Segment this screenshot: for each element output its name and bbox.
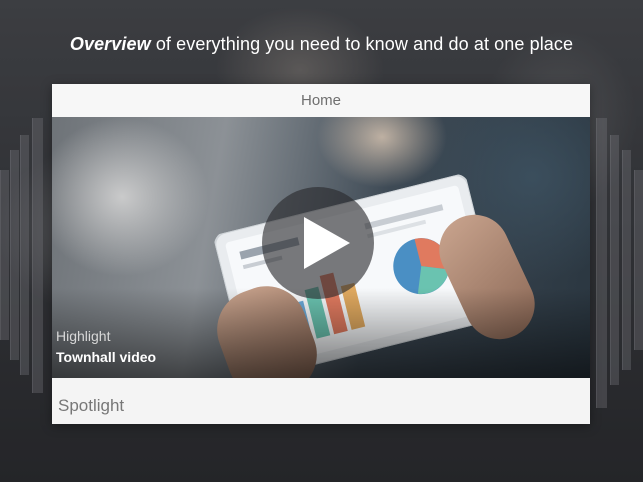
spotlight-section-title: Spotlight [58, 396, 125, 415]
home-card: Home Highlight Townhall video Spotlight [52, 84, 590, 424]
carousel-edge-left-1 [0, 170, 9, 340]
play-icon [304, 217, 350, 269]
headline-text: of everything you need to know and do at… [150, 34, 574, 54]
highlight-video[interactable]: Highlight Townhall video [52, 117, 590, 378]
carousel-edge-left-3 [20, 135, 29, 375]
page-headline: Overview of everything you need to know … [0, 34, 643, 55]
play-button[interactable] [262, 187, 374, 299]
carousel-edge-right-2 [610, 135, 619, 385]
headline-emphasis: Overview [69, 34, 151, 54]
card-header-title: Home [52, 84, 590, 118]
video-title[interactable]: Townhall video [56, 349, 156, 365]
video-eyebrow: Highlight [56, 328, 111, 344]
carousel-edge-left-2 [10, 150, 19, 360]
carousel-edge-right-4 [634, 170, 643, 350]
carousel-edge-right-1 [596, 118, 607, 408]
carousel-edge-right-3 [622, 150, 631, 370]
carousel-edge-left-4 [32, 118, 43, 393]
